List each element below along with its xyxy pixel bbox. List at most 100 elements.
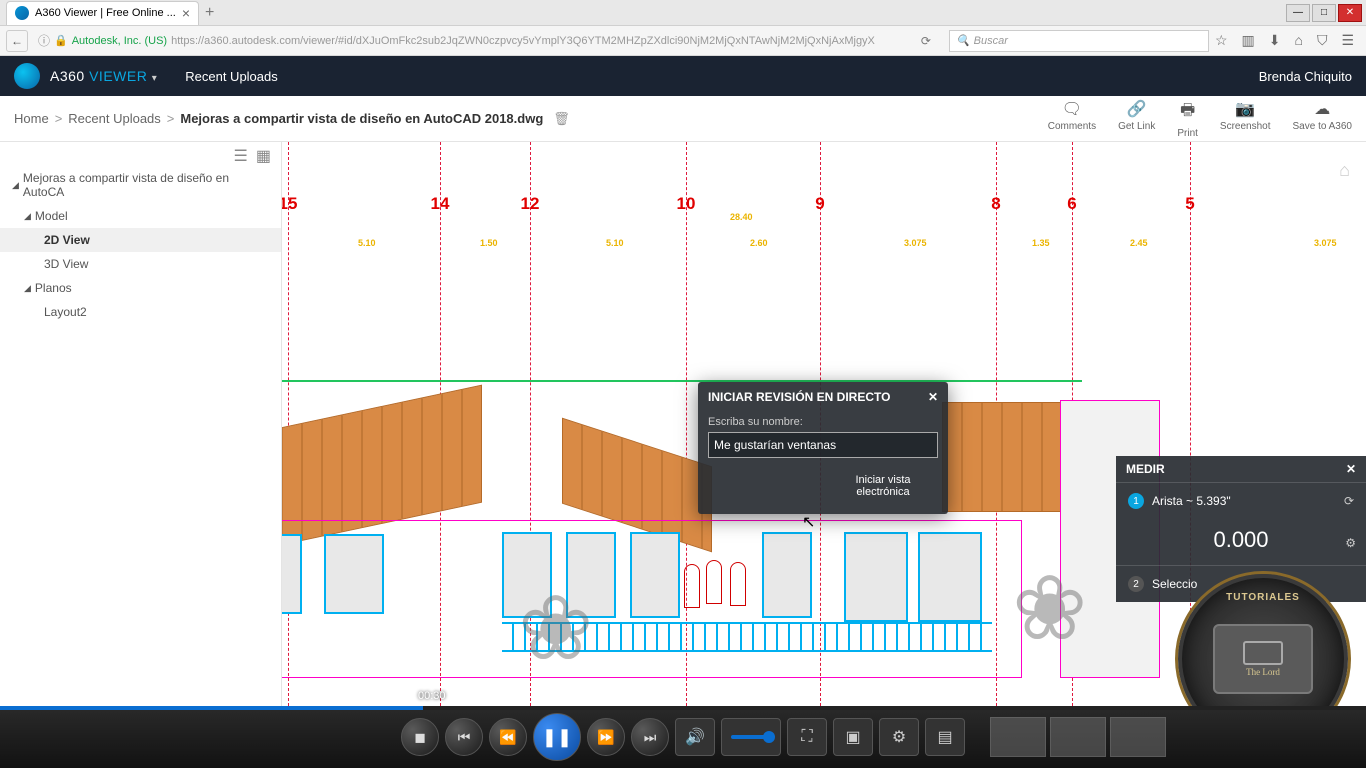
comments-icon: 🗨 [1062,99,1082,119]
autodesk-logo-icon[interactable] [14,63,40,89]
video-time: 00:30 [418,690,446,702]
measure-close-icon[interactable]: ✕ [1346,462,1356,476]
view-mode-button[interactable]: ▣ [833,718,873,756]
action-comments[interactable]: 🗨 Comments [1048,99,1096,139]
user-name[interactable]: Brenda Chiquito [1259,69,1352,84]
dialog-title: INICIAR REVISIÓN EN DIRECTO [708,390,890,404]
tree-label: Planos [35,281,72,295]
thumbnail[interactable] [990,717,1046,757]
cloud-icon: ☁ [1314,99,1330,119]
tree-2d-view[interactable]: 2D View [0,228,281,252]
app-title[interactable]: A360 VIEWER ▾ [50,68,157,84]
maximize-button[interactable]: □ [1312,4,1336,22]
app-header: A360 VIEWER ▾ Recent Uploads Brenda Chiq… [0,56,1366,96]
window [762,532,812,618]
grid-view-icon[interactable]: ▦ [256,146,271,162]
downloads-icon[interactable]: ⬇ [1269,32,1281,49]
settings-button[interactable]: ⚙ [879,718,919,756]
name-input[interactable] [708,432,938,458]
url-bar: ← ⓘ 🔒 Autodesk, Inc. (US) https://a360.a… [0,26,1366,56]
label: Save to A360 [1293,121,1353,132]
dim: 1.35 [1032,238,1050,248]
caret-icon: ◢ [12,180,19,191]
thumbnail[interactable] [1110,717,1166,757]
forward-button[interactable]: ⏩ [587,718,625,756]
camera-icon: 📷 [1235,99,1255,119]
grid-10: 10 [677,194,696,214]
thumbnail[interactable] [1050,717,1106,757]
pause-button[interactable]: ❚❚ [533,713,581,761]
print-icon: 🖶 [1180,99,1195,126]
home-view-icon[interactable]: ⌂ [1339,160,1350,181]
measure-step-1[interactable]: 1 Arista ~ 5.393" ⟳ [1116,482,1366,519]
nav-recent-uploads[interactable]: Recent Uploads [185,69,278,84]
tree-label: 2D View [44,233,90,247]
tree-sketch: ❀ [518,602,593,656]
live-review-dialog: INICIAR REVISIÓN EN DIRECTO ✕ Escriba su… [698,382,948,514]
reload-button[interactable]: ⟳ [921,34,931,48]
volume-button[interactable]: 🔊 [675,718,715,756]
playlist-button[interactable]: ▤ [925,718,965,756]
grid-9: 9 [815,194,824,214]
action-screenshot[interactable]: 📷Screenshot [1220,99,1271,139]
progress-track[interactable] [0,706,1366,710]
tree-layout2[interactable]: Layout2 [0,300,281,324]
next-button[interactable]: ⏭ [631,718,669,756]
video-thumbnails [990,717,1166,757]
start-review-button[interactable]: Iniciar vista electrónica [828,468,938,504]
crumb-sep: > [55,111,63,126]
grid-14: 14 [431,194,450,214]
tree-model[interactable]: ◢Model [0,204,281,228]
search-box[interactable]: 🔍 Buscar [949,30,1209,52]
new-tab-button[interactable]: + [205,4,214,22]
roof-right [942,402,1072,512]
refresh-icon[interactable]: ⟳ [1344,494,1354,508]
gear-icon[interactable]: ⚙ [1345,536,1356,550]
menu-icon[interactable]: ☰ [1341,32,1354,49]
label: Comments [1048,121,1096,132]
rewind-button[interactable]: ⏪ [489,718,527,756]
badge-mid: The Lord [1246,667,1280,677]
tree-3d-view[interactable]: 3D View [0,252,281,276]
action-getlink[interactable]: 🔗Get Link [1118,99,1155,139]
label: Get Link [1118,121,1155,132]
browser-tab[interactable]: A360 Viewer | Free Online ... × [6,1,199,25]
crumb-home[interactable]: Home [14,111,49,126]
close-tab-icon[interactable]: × [182,5,190,21]
crumb-sep: > [167,111,175,126]
tab-title: A360 Viewer | Free Online ... [35,7,176,19]
window [918,532,982,622]
delete-icon[interactable]: 🗑 [553,111,570,127]
list-view-icon[interactable]: ☰ [234,146,248,162]
url-text: https://a360.autodesk.com/viewer/#id/dXJ… [171,35,875,47]
model-tree: ◢Mejoras a compartir vista de diseño en … [0,166,281,324]
prev-button[interactable]: ⏮ [445,718,483,756]
brand-b: VIEWER [89,68,147,84]
tree-root[interactable]: ◢Mejoras a compartir vista de diseño en … [0,166,281,204]
stop-button[interactable]: ◼ [401,718,439,756]
brand-a: A360 [50,68,85,84]
pocket-icon[interactable]: ▥ [1242,32,1255,49]
fullscreen-button[interactable]: ⛶ [787,718,827,756]
shield-icon[interactable]: ⛉ [1317,32,1328,49]
minimize-button[interactable]: — [1286,4,1310,22]
dialog-close-icon[interactable]: ✕ [928,390,938,404]
crumb-recent[interactable]: Recent Uploads [68,111,161,126]
url-field[interactable]: ⓘ 🔒 Autodesk, Inc. (US) https://a360.aut… [34,32,909,49]
action-print[interactable]: 🖶Print [1177,99,1198,139]
figure-person [706,560,722,604]
grid-12: 12 [521,194,540,214]
grid-5: 5 [1185,194,1194,214]
close-button[interactable]: ✕ [1338,4,1362,22]
info-icon[interactable]: ⓘ [38,32,50,49]
dim: 2.45 [1130,238,1148,248]
volume-slider[interactable] [721,718,781,756]
chevron-down-icon[interactable]: ▾ [152,73,158,84]
home-icon[interactable]: ⌂ [1294,32,1302,49]
action-save[interactable]: ☁ Save to A360 [1293,99,1353,139]
tree-sketch: ❀ [1012,582,1087,636]
back-button[interactable]: ← [6,30,28,52]
bookmark-icon[interactable]: ☆ [1215,32,1228,49]
measure-value: 0.000 [1116,519,1366,565]
tree-planos[interactable]: ◢Planos [0,276,281,300]
